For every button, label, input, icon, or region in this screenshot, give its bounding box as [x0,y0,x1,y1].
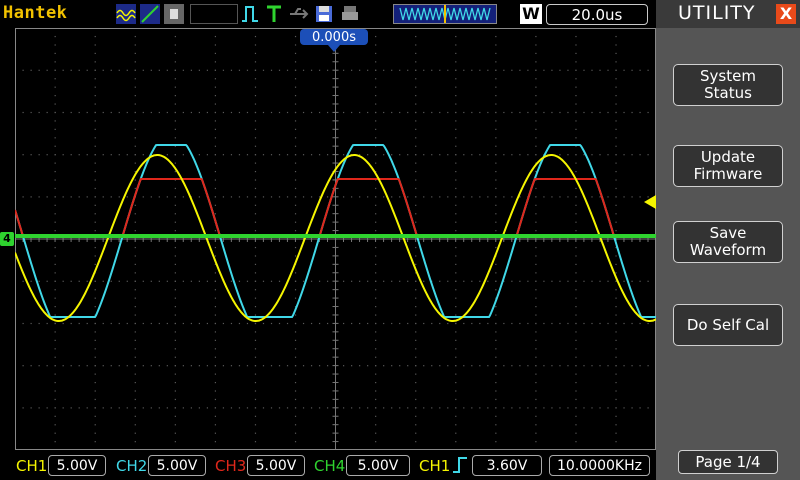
page-indicator-button[interactable]: Page 1/4 [678,450,778,474]
trigger-level-marker[interactable] [644,195,656,209]
acquire-mode-icon[interactable] [116,4,136,24]
ch1-label[interactable]: CH1 [16,457,47,475]
waveform-display[interactable]: 0.000s [15,28,656,450]
print-icon[interactable] [340,4,360,24]
window-mode-badge: W [520,4,542,24]
display-vector-icon[interactable] [140,4,160,24]
button-label: Update [700,148,756,166]
button-label: Do Self Cal [686,316,770,334]
button-label: Waveform [689,241,767,259]
channel-status-bar: CH1 5.00V CH2 5.00V CH3 5.00V CH4 5.00V … [0,450,656,480]
frequency-readout: 10.0000KHz [549,455,650,476]
button-label: System [700,67,756,85]
button-label: Status [704,84,752,102]
waveform-svg: 0.000s [15,28,656,450]
trigger-offset-marker[interactable]: 0.000s [300,29,368,52]
close-icon[interactable]: X [776,4,796,24]
top-status-bar: Hantek W 20.0us [0,0,655,28]
ch3-label[interactable]: CH3 [215,457,246,475]
menu-title-bar: UTILITY X [656,0,800,28]
graticule [15,28,656,450]
ch4-label[interactable]: CH4 [314,457,345,475]
rising-edge-icon [452,455,468,479]
ch3-scale[interactable]: 5.00V [247,455,305,476]
system-status-button[interactable]: System Status [673,64,783,106]
timebase-readout[interactable]: 20.0us [546,4,648,25]
trigger-edge-icon [240,4,260,24]
save-disk-icon[interactable] [314,4,334,24]
usb-icon [288,4,309,24]
utility-menu-panel: UTILITY X System Status Update Firmware … [656,0,800,480]
brand-logo: Hantek [3,3,68,23]
ch2-scale[interactable]: 5.00V [148,455,206,476]
ch4-scale[interactable]: 5.00V [346,455,410,476]
trigger-t-icon [264,4,284,24]
do-self-cal-button[interactable]: Do Self Cal [673,304,783,346]
status-blank-box [190,4,238,24]
save-waveform-button[interactable]: Save Waveform [673,221,783,263]
button-label: Firmware [693,165,763,183]
ch1-scale[interactable]: 5.00V [48,455,106,476]
update-firmware-button[interactable]: Update Firmware [673,145,783,187]
button-label: Save [709,224,747,242]
trigger-source-label[interactable]: CH1 [419,457,450,475]
menu-title: UTILITY [678,2,756,24]
trigger-level-readout[interactable]: 3.60V [472,455,542,476]
ch2-label[interactable]: CH2 [116,457,147,475]
persist-icon[interactable] [164,4,184,24]
ch4-ground-marker[interactable]: 4 [0,232,14,246]
memory-waveform-indicator [393,4,497,24]
trigger-offset-text: 0.000s [312,30,356,45]
